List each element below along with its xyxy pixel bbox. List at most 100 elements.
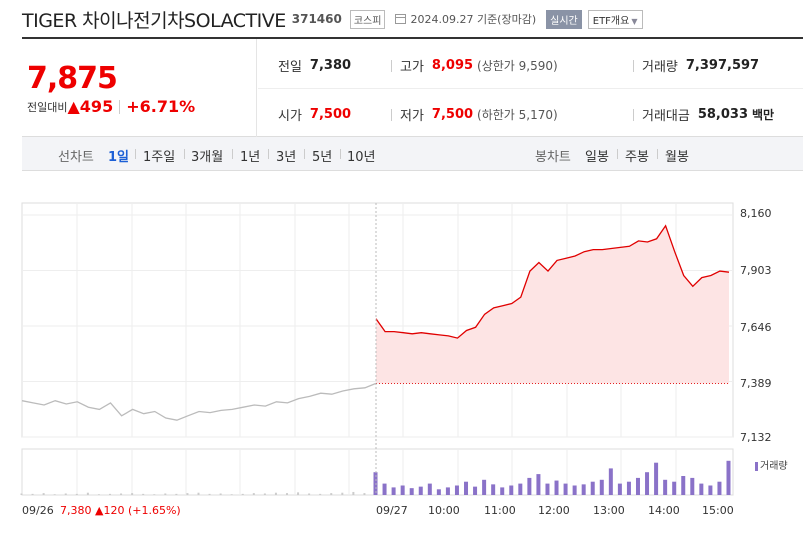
today-volume-bar bbox=[563, 483, 568, 495]
prev-day-summary: 7,380 ▲120 (+1.65%) bbox=[60, 504, 181, 517]
stock-code: 371460 bbox=[291, 12, 342, 26]
prev-day-volume-bar bbox=[131, 493, 134, 495]
x-tick-label: 09/26 bbox=[22, 504, 54, 517]
prev-day-volume-bar bbox=[241, 493, 244, 495]
tab-1week[interactable]: 1주일 bbox=[143, 146, 175, 165]
today-volume-bar bbox=[400, 485, 405, 495]
prev-day-volume-bar bbox=[208, 493, 211, 495]
change-value: 495 bbox=[79, 97, 114, 116]
tab-daily-candle[interactable]: 일봉 bbox=[585, 146, 609, 165]
amount-label: 거래대금 bbox=[642, 109, 690, 124]
divider bbox=[657, 149, 658, 159]
y-tick-label: 7,646 bbox=[740, 321, 772, 334]
divider bbox=[135, 149, 136, 159]
divider bbox=[617, 149, 618, 159]
today-volume-bar bbox=[590, 481, 595, 495]
lower-limit: (하한가 5,170) bbox=[477, 108, 558, 122]
y-tick-label: 7,389 bbox=[740, 377, 772, 390]
today-volume-bar bbox=[482, 479, 487, 495]
divider bbox=[633, 59, 634, 72]
prev-day-change: 120 bbox=[103, 504, 125, 517]
prev-day-volume-bar bbox=[120, 493, 123, 495]
tab-10year[interactable]: 10년 bbox=[347, 146, 376, 165]
today-volume-bar bbox=[409, 488, 414, 495]
volume-swatch bbox=[755, 461, 758, 471]
today-volume-bar bbox=[717, 481, 722, 495]
tab-1day[interactable]: 1일 bbox=[108, 146, 129, 165]
tab-3month[interactable]: 3개월 bbox=[191, 146, 223, 165]
prev-day-volume-bar bbox=[142, 493, 145, 495]
today-volume-bar bbox=[436, 489, 441, 495]
divider bbox=[268, 149, 269, 159]
up-arrow-icon: ▲ bbox=[67, 97, 80, 116]
y-tick-label: 7,903 bbox=[740, 264, 772, 277]
today-volume-bar bbox=[690, 477, 695, 495]
tab-weekly-candle[interactable]: 주봉 bbox=[625, 146, 649, 165]
today-volume-bar bbox=[509, 485, 514, 495]
divider bbox=[232, 149, 233, 159]
prev-day-volume-bar bbox=[252, 493, 255, 495]
amount-value: 58,033 bbox=[697, 107, 749, 122]
divider bbox=[119, 99, 121, 114]
today-volume-bar bbox=[427, 483, 432, 495]
today-volume-bar bbox=[545, 483, 550, 495]
today-volume-bar bbox=[418, 486, 423, 495]
prev-day-volume-bar bbox=[75, 493, 78, 495]
divider bbox=[391, 59, 392, 72]
today-volume-bar bbox=[473, 486, 478, 495]
prev-label: 전일 bbox=[278, 60, 302, 75]
divider bbox=[340, 149, 341, 159]
today-volume-bar bbox=[608, 468, 613, 495]
candle-chart-label: 봉차트 bbox=[535, 150, 571, 165]
open-label: 시가 bbox=[278, 109, 302, 124]
prev-day-volume-bar bbox=[330, 493, 333, 495]
x-tick-label: 15:00 bbox=[702, 504, 734, 517]
today-volume-bar bbox=[572, 485, 577, 495]
today-volume-bar bbox=[464, 481, 469, 495]
today-volume-bar bbox=[626, 481, 631, 495]
etf-overview-dropdown[interactable]: ETF개요 ▼ bbox=[587, 9, 643, 29]
today-volume-bar bbox=[581, 484, 586, 495]
today-volume-bar bbox=[382, 483, 387, 495]
today-volume-bar bbox=[708, 485, 713, 495]
prev-day-volume-bar bbox=[20, 493, 23, 495]
tab-monthly-candle[interactable]: 월봉 bbox=[665, 146, 689, 165]
prev-day-volume-bar bbox=[31, 493, 34, 495]
price-change: 전일대비 ▲ 495 +6.71% bbox=[27, 97, 195, 116]
stock-name: TIGER 차이나전기차SOLACTIVE bbox=[22, 9, 286, 32]
prev-day-volume-bar bbox=[219, 493, 222, 495]
y-tick-label: 7,132 bbox=[740, 431, 772, 444]
prev-day-volume-bar bbox=[319, 493, 322, 495]
tab-3year[interactable]: 3년 bbox=[276, 146, 296, 165]
prev-day-volume-bar bbox=[153, 494, 156, 495]
x-tick-label: 10:00 bbox=[428, 504, 460, 517]
prev-value: 7,380 bbox=[309, 58, 352, 73]
high-price: 고가 8,095 (상한가 9,590) bbox=[391, 56, 558, 75]
y-tick-label: 8,160 bbox=[740, 207, 772, 220]
x-tick-label: 14:00 bbox=[648, 504, 680, 517]
tab-5year[interactable]: 5년 bbox=[312, 146, 332, 165]
prev-day-volume-bar bbox=[97, 494, 100, 495]
timestamp-text: 2024.09.27 기준(장마감) bbox=[410, 13, 537, 26]
line-chart-label: 선차트 bbox=[58, 150, 94, 165]
high-value: 8,095 bbox=[431, 58, 474, 73]
prev-day-volume-bar bbox=[42, 493, 45, 495]
stock-header: TIGER 차이나전기차SOLACTIVE 371460 코스피 2024.09… bbox=[22, 6, 643, 32]
change-rate: +6.71% bbox=[126, 97, 196, 116]
volume-label: 거래량 bbox=[642, 60, 678, 75]
volume-value: 7,397,597 bbox=[685, 58, 760, 73]
today-volume-bar bbox=[536, 474, 541, 495]
prev-day-volume-bar bbox=[263, 493, 266, 495]
prev-day-volume-bar bbox=[53, 494, 56, 495]
chart-canvas[interactable] bbox=[0, 195, 803, 525]
prev-day-volume-bar bbox=[352, 491, 355, 495]
realtime-button[interactable]: 실시간 bbox=[546, 9, 582, 29]
today-volume-bar bbox=[599, 479, 604, 495]
intraday-chart[interactable]: 8,160 7,903 7,646 7,389 7,132 거래량 09/26 … bbox=[0, 195, 803, 546]
low-value: 7,500 bbox=[431, 107, 474, 122]
divider bbox=[304, 149, 305, 159]
prev-day-volume-bar bbox=[341, 492, 344, 495]
tab-1year[interactable]: 1년 bbox=[240, 146, 260, 165]
today-volume-bar bbox=[445, 487, 450, 495]
today-volume-bar bbox=[554, 480, 559, 495]
